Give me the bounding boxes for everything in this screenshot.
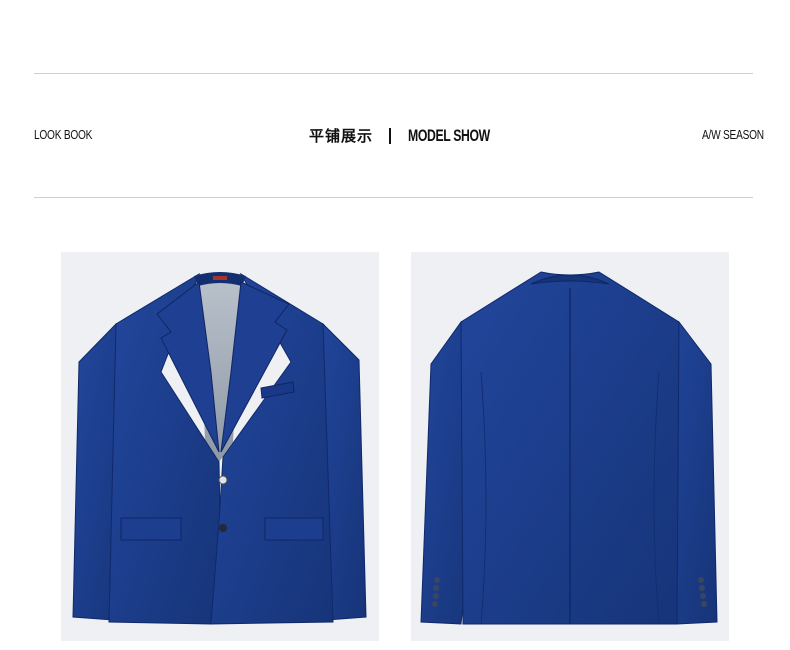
section-title-en: MODEL SHOW (408, 125, 490, 145)
season-label: A/W SEASON (702, 127, 764, 142)
blazer-back-illustration (420, 271, 718, 625)
top-divider-line (34, 73, 753, 74)
bottom-divider-line (34, 197, 753, 198)
blazer-front-illustration (72, 272, 367, 625)
section-title: 平铺展示 MODEL SHOW (309, 125, 522, 146)
title-separator (389, 127, 392, 144)
blazer-front-photo (61, 252, 379, 641)
look-book-label: LOOK BOOK (34, 127, 93, 142)
blazer-back-photo (411, 252, 729, 641)
section-title-cn: 平铺展示 (309, 127, 374, 145)
